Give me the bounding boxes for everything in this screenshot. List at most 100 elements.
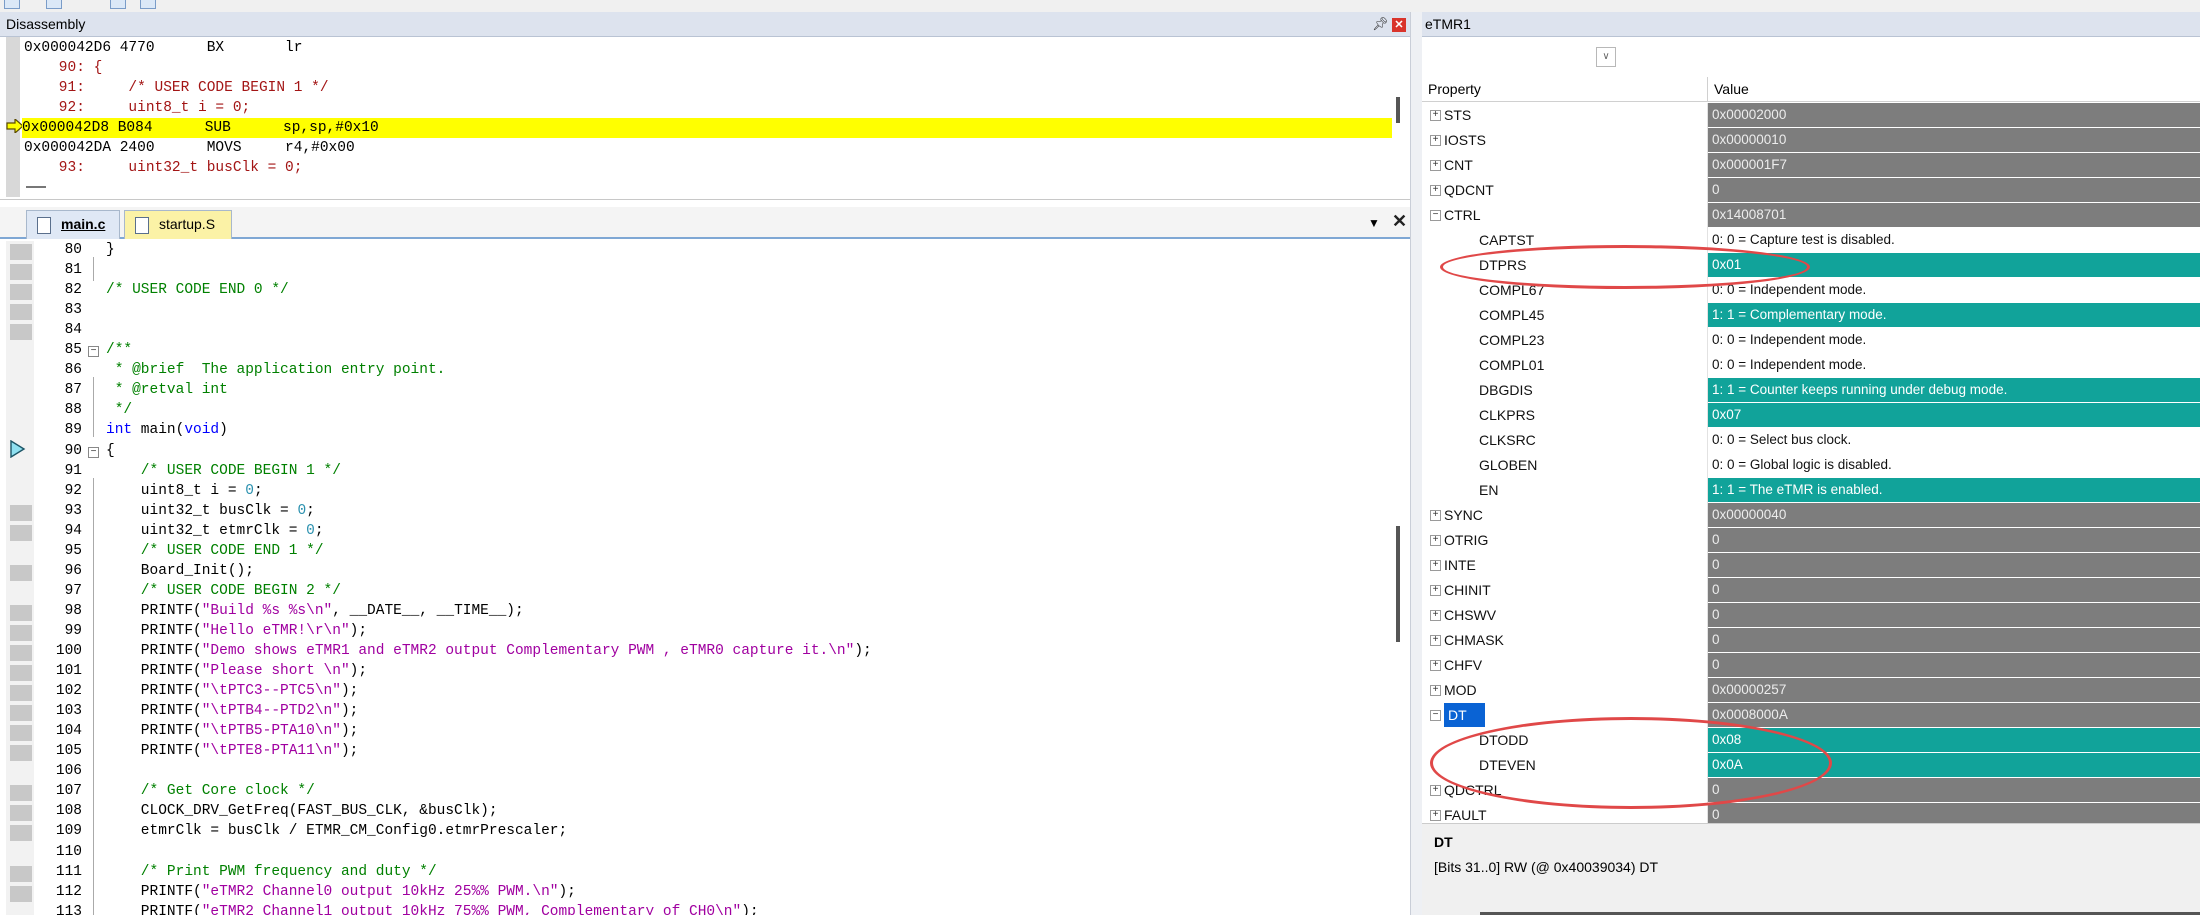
register-row-otrig[interactable]: + OTRIG 0 [1422,528,2200,553]
register-value[interactable]: 0x07 [1708,403,2200,427]
toolbar-button[interactable] [46,0,62,9]
code-line[interactable]: PRINTF("Hello eTMR!\r\n"); [106,623,367,639]
breakpoint-slot[interactable] [10,264,32,281]
breakpoint-slot[interactable] [10,705,32,722]
disassembly-line[interactable]: 91: /* USER CODE BEGIN 1 */ [24,78,329,98]
register-row-globen[interactable]: GLOBEN 0: 0 = Global logic is disabled. [1422,453,2200,478]
register-row-cnt[interactable]: + CNT 0x000001F7 [1422,153,2200,178]
column-divider[interactable] [1707,77,1708,102]
toolbar-button[interactable] [110,0,126,9]
code-line[interactable]: Board_Init(); [106,563,254,579]
breakpoint-slot[interactable] [10,645,32,661]
register-row-qdcnt[interactable]: + QDCNT 0 [1422,178,2200,203]
code-line[interactable]: uint32_t busClk = 0; [106,503,315,519]
breakpoint-slot[interactable] [10,665,32,682]
register-row-mod[interactable]: + MOD 0x00000257 [1422,678,2200,703]
register-value[interactable]: 0 [1708,553,2200,577]
expand-icon[interactable]: + [1430,160,1441,171]
register-value[interactable]: 1: 1 = Counter keeps running under debug… [1708,378,2200,402]
register-row-sts[interactable]: + STS 0x00002000 [1422,103,2200,128]
disassembly-line[interactable]: 0x000042D6 4770 BX lr [24,38,302,58]
toolbar-button[interactable] [140,0,156,9]
register-value[interactable]: 0 [1708,178,2200,202]
register-value[interactable]: 0: 0 = Select bus clock. [1708,428,2200,452]
fold-toggle-icon[interactable]: − [88,446,99,458]
expand-icon[interactable]: + [1430,585,1441,596]
breakpoint-slot[interactable] [10,504,32,521]
register-value[interactable]: 0: 0 = Global logic is disabled. [1708,453,2200,477]
expand-icon[interactable]: + [1430,560,1441,571]
register-value[interactable]: 1: 1 = Complementary mode. [1708,303,2200,327]
register-row-sync[interactable]: + SYNC 0x00000040 [1422,503,2200,528]
editor-scrollbar[interactable] [1396,526,1400,642]
register-row-iosts[interactable]: + IOSTS 0x00000010 [1422,128,2200,153]
register-row-chfv[interactable]: + CHFV 0 [1422,653,2200,678]
expand-icon[interactable]: + [1430,185,1441,196]
breakpoint-slot[interactable] [10,785,32,802]
code-line[interactable]: etmrClk = busClk / ETMR_CM_Config0.etmrP… [106,823,567,839]
register-value[interactable]: 0x00000257 [1708,678,2200,702]
expand-icon[interactable]: + [1430,635,1441,646]
breakpoint-slot[interactable] [10,725,32,742]
register-value[interactable]: 0x00002000 [1708,103,2200,127]
toolbar-button[interactable] [4,0,20,9]
register-value[interactable]: 0 [1708,528,2200,552]
breakpoint-slot[interactable] [10,745,32,762]
current-instruction-line[interactable]: 0x000042D8 B084 SUB sp,sp,#0x10 [22,118,1392,138]
expand-icon[interactable]: + [1430,510,1441,521]
register-value[interactable]: 0 [1708,603,2200,627]
expand-icon[interactable]: + [1430,685,1441,696]
close-icon[interactable]: ✕ [1392,18,1406,32]
disassembly-view[interactable]: 0x000042D6 4770 BX lr 90: { 91: /* USER … [0,37,1410,200]
register-value[interactable]: 0x00000040 [1708,503,2200,527]
value-column-header[interactable]: Value [1714,81,1749,97]
register-value[interactable]: 0x0008000A [1708,703,2200,727]
register-row-clkprs[interactable]: CLKPRS 0x07 [1422,403,2200,428]
register-value[interactable]: 0: 0 = Independent mode. [1708,328,2200,352]
breakpoint-slot[interactable] [10,564,32,581]
collapse-icon[interactable]: − [1430,710,1441,721]
code-line[interactable]: /* USER CODE BEGIN 1 */ [106,463,341,479]
register-row-compl23[interactable]: COMPL23 0: 0 = Independent mode. [1422,328,2200,353]
expand-icon[interactable]: + [1430,660,1441,671]
tab-startup-s[interactable]: startup.S [124,210,232,239]
breakpoint-slot[interactable] [10,685,32,702]
code-line[interactable]: PRINTF("\tPTE8-PTA11\n"); [106,743,359,759]
register-value[interactable]: 0 [1708,653,2200,677]
breakpoint-slot[interactable] [10,244,32,260]
chevron-down-icon[interactable]: ∨ [1596,47,1616,67]
close-tab-icon[interactable]: ✕ [1392,211,1407,232]
breakpoint-slot[interactable] [10,865,32,882]
register-row-en[interactable]: EN 1: 1 = The eTMR is enabled. [1422,478,2200,503]
pin-icon[interactable]: 📌︎ [1372,16,1389,32]
register-row-chmask[interactable]: + CHMASK 0 [1422,628,2200,653]
code-line[interactable]: /* Print PWM frequency and duty */ [106,864,437,880]
code-line[interactable]: /** [106,342,132,358]
code-line[interactable]: { [106,443,115,459]
code-editor[interactable]: 80} 81 82/* USER CODE END 0 */83 84 85/** −86… [0,241,1410,915]
disassembly-line[interactable]: 92: uint8_t i = 0; [24,98,250,118]
code-line[interactable]: PRINTF("eTMR2 Channel0 output 10kHz 25%%… [106,884,576,900]
code-line[interactable]: /* USER CODE END 1 */ [106,543,324,559]
tab-main-c[interactable]: main.c [26,210,120,239]
expand-icon[interactable]: + [1430,135,1441,146]
register-value[interactable]: 0 [1708,628,2200,652]
code-line[interactable]: * @brief The application entry point. [106,362,446,378]
register-value[interactable]: 0: 0 = Capture test is disabled. [1708,228,2200,252]
fold-toggle-icon[interactable]: − [88,346,99,358]
code-line[interactable]: /* USER CODE BEGIN 2 */ [106,583,341,599]
code-line[interactable]: /* Get Core clock */ [106,783,315,799]
register-row-clksrc[interactable]: CLKSRC 0: 0 = Select bus clock. [1422,428,2200,453]
register-value[interactable]: 1: 1 = The eTMR is enabled. [1708,478,2200,502]
register-value[interactable]: 0: 0 = Independent mode. [1708,353,2200,377]
code-line[interactable]: PRINTF("\tPTB5-PTA10\n"); [106,723,359,739]
disassembly-line[interactable]: 93: uint32_t busClk = 0; [24,158,303,178]
code-line[interactable]: int main(void) [106,422,228,438]
code-line[interactable]: PRINTF("Please short \n"); [106,663,367,679]
breakpoint-slot[interactable] [10,524,32,541]
register-value[interactable]: 0: 0 = Independent mode. [1708,278,2200,302]
register-value[interactable]: 0 [1708,803,2200,823]
code-line[interactable]: * @retval int [106,382,228,398]
code-line[interactable]: uint32_t etmrClk = 0; [106,523,324,539]
register-row-fault[interactable]: + FAULT 0 [1422,803,2200,823]
